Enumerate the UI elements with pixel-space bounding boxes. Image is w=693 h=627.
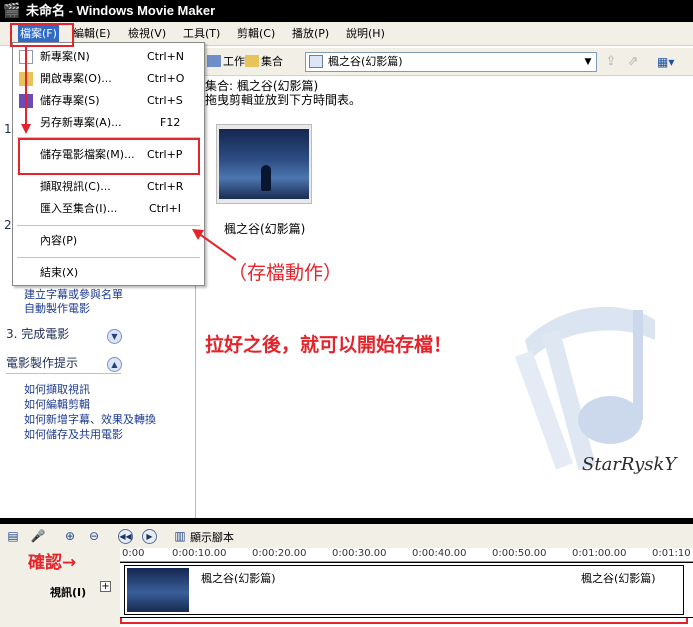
- timeline-ruler: 0:00 0:00:10.00 0:00:20.00 0:00:30.00 0:…: [120, 548, 693, 562]
- ruler-tick: 0:00:30.00: [332, 548, 387, 559]
- collection-select-value: 楓之谷(幻影篇): [328, 55, 403, 68]
- menu-help[interactable]: 說明(H): [344, 25, 387, 43]
- task-link-automovie[interactable]: 自動製作電影: [24, 302, 90, 315]
- clip-thumbnail[interactable]: [216, 124, 312, 204]
- expand-icon[interactable]: +: [100, 581, 111, 592]
- collection-hint: 拖曳剪輯並放到下方時間表。: [205, 93, 362, 107]
- timeline-clip[interactable]: 楓之谷(幻影篇) 楓之谷(幻影篇): [124, 565, 684, 615]
- tasks-label: 工作: [223, 55, 245, 68]
- tip-link-save[interactable]: 如何儲存及共用電影: [24, 428, 123, 441]
- collection-select[interactable]: 楓之谷(幻影篇) ▼: [305, 52, 597, 72]
- zoom-in-icon[interactable]: ⊕: [62, 528, 78, 544]
- timeline-toolbar: ▤ 🎤 ⊕ ⊖ ◀◀ ▶ ▥ 顯示腳本: [0, 524, 693, 548]
- tip-link-effects[interactable]: 如何新增字幕、效果及轉換: [24, 413, 156, 426]
- menu-play[interactable]: 播放(P): [290, 25, 331, 43]
- tips-heading[interactable]: 電影製作提示: [6, 356, 78, 370]
- menu-view[interactable]: 檢視(V): [126, 25, 168, 43]
- collections-label: 集合: [261, 55, 283, 68]
- ruler-tick: 0:00:50.00: [492, 548, 547, 559]
- menu-item-import[interactable]: 匯入至集合(I)... Ctrl+I: [13, 199, 204, 219]
- ruler-tick: 0:00: [122, 548, 145, 559]
- menu-separator: [17, 257, 200, 258]
- ruler-tick: 0:00:20.00: [252, 548, 307, 559]
- start-saving-annotation: 拉好之後，就可以開始存檔！: [205, 334, 453, 356]
- ruler-tick: 0:01:10: [652, 548, 691, 559]
- collection-header: 集合: 楓之谷(幻影篇) 拖曳剪輯並放到下方時間表。: [205, 79, 361, 107]
- new-project-icon: [19, 50, 33, 64]
- zoom-out-icon[interactable]: ⊖: [86, 528, 102, 544]
- menu-item-exit[interactable]: 結束(X): [13, 263, 204, 283]
- menu-separator: [17, 225, 200, 226]
- open-project-icon: [19, 72, 33, 86]
- menu-item-new-project[interactable]: 新專案(N) Ctrl+N: [13, 47, 204, 67]
- toolbar: 工作 集合 楓之谷(幻影篇) ▼ ⇪ ⇗ ▦▾: [205, 48, 693, 76]
- video-track: 楓之谷(幻影篇) 楓之谷(幻影篇): [120, 562, 693, 618]
- chevron-up-icon[interactable]: ▲: [107, 357, 122, 372]
- rewind-icon[interactable]: ◀◀: [118, 529, 133, 544]
- menu-item-capture-video[interactable]: 擷取視訊(C)... Ctrl+R: [13, 177, 204, 197]
- up-level-icon[interactable]: ⇪: [603, 54, 619, 70]
- tip-link-edit[interactable]: 如何編輯剪輯: [24, 398, 90, 411]
- clip-label: 楓之谷(幻影篇): [224, 222, 306, 236]
- menu-item-save-project[interactable]: 儲存專案(S) Ctrl+S: [13, 91, 204, 111]
- play-icon[interactable]: ▶: [142, 529, 157, 544]
- tip-link-capture[interactable]: 如何擷取視訊: [24, 383, 90, 396]
- ruler-tick: 0:00:10.00: [172, 548, 227, 559]
- title-bar: 🎬 未命名 - Windows Movie Maker: [0, 0, 693, 22]
- watermark-logo: [515, 306, 655, 470]
- chevron-down-icon[interactable]: ▼: [580, 53, 596, 71]
- collection-icon: [309, 55, 323, 68]
- save-movie-callout: [18, 138, 200, 175]
- save-action-annotation: （存檔動作）: [228, 262, 343, 284]
- clip-figure: [261, 165, 271, 191]
- ruler-tick: 0:01:00.00: [572, 548, 627, 559]
- watermark-text: StarRyskY: [582, 454, 677, 475]
- view-options-icon[interactable]: ▦▾: [657, 53, 683, 71]
- menu-item-open-project[interactable]: 開啟專案(O)... Ctrl+O: [13, 69, 204, 89]
- timeline-clip-title-end: 楓之谷(幻影篇): [581, 572, 656, 585]
- ruler-tick: 0:00:40.00: [412, 548, 467, 559]
- tasks-button[interactable]: 工作: [207, 52, 245, 72]
- menu-edit[interactable]: 編輯(E): [71, 25, 113, 43]
- new-folder-icon[interactable]: ⇗: [625, 54, 641, 70]
- section-1-number: 1: [4, 122, 12, 136]
- menu-item-save-project-as[interactable]: 另存新專案(A)... F12: [13, 113, 204, 133]
- window-title: 未命名 - Windows Movie Maker: [26, 3, 216, 18]
- video-track-name: 視訊(I): [50, 586, 87, 599]
- divider: [6, 373, 121, 374]
- chevron-down-icon[interactable]: ▼: [107, 329, 122, 344]
- timeline-clip-title: 楓之谷(幻影篇): [201, 572, 276, 585]
- show-script-label[interactable]: 顯示腳本: [190, 529, 234, 545]
- section-3-heading[interactable]: 3. 完成電影: [6, 327, 69, 341]
- tasks-icon: [207, 55, 221, 67]
- menu-tools[interactable]: 工具(T): [181, 25, 222, 43]
- confirm-annotation: 確認→: [28, 553, 77, 573]
- show-storyboard-icon[interactable]: ▥: [172, 528, 188, 544]
- menu-item-properties[interactable]: 內容(P): [13, 231, 204, 251]
- section-2-number: 2: [4, 218, 12, 232]
- file-menu-callout: [10, 23, 74, 47]
- narrate-icon[interactable]: 🎤: [30, 528, 46, 544]
- task-link-titles[interactable]: 建立字幕或參與名單: [24, 288, 123, 301]
- folder-icon: [245, 55, 259, 67]
- timeline-clip-thumbnail: [127, 568, 189, 612]
- movie-maker-icon: 🎬: [3, 3, 21, 19]
- menu-clip[interactable]: 剪輯(C): [235, 25, 277, 43]
- collection-name: 集合: 楓之谷(幻影篇): [205, 79, 319, 93]
- save-icon: [19, 94, 33, 108]
- collections-button[interactable]: 集合: [245, 52, 283, 72]
- storyboard-icon[interactable]: ▤: [5, 528, 21, 544]
